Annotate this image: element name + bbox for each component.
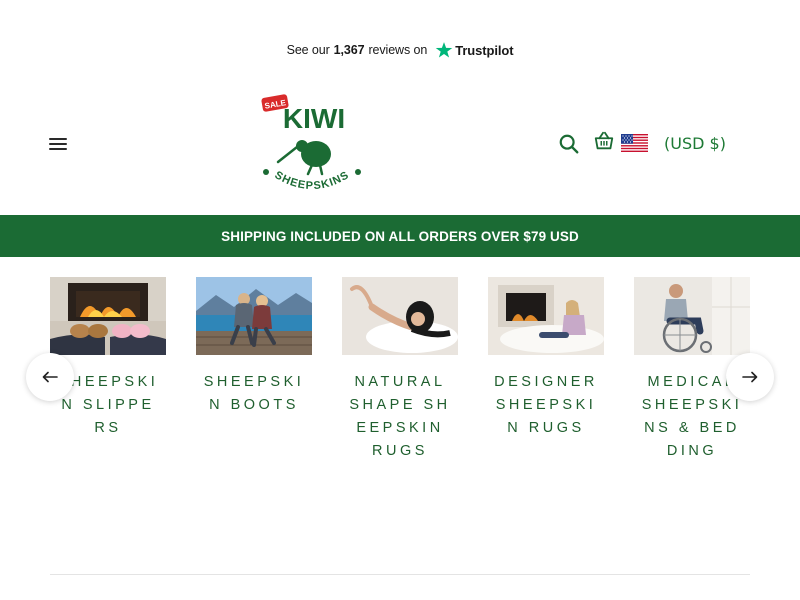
arrow-right-icon — [742, 371, 758, 383]
category-image-medical — [634, 277, 750, 355]
category-card-natural-rugs[interactable]: NATURAL SHAPE SHEEPSKIN RUGS — [342, 277, 458, 463]
category-card-slippers[interactable]: SHEEPSKIN SLIPPERS — [50, 277, 166, 440]
logo-top-text: KIWI — [283, 103, 345, 134]
shipping-banner: SHIPPING INCLUDED ON ALL ORDERS OVER $79… — [0, 215, 800, 257]
category-image-slippers — [50, 277, 166, 355]
carousel-next-button[interactable] — [726, 353, 774, 401]
us-flag-icon — [621, 134, 648, 152]
trustpilot-brand: Trustpilot — [455, 42, 514, 58]
category-label: NATURAL SHAPE SHEEPSKIN RUGS — [349, 374, 451, 459]
category-image-designer-rugs — [488, 277, 604, 355]
logo-bottom-text: SHEEPSKINS — [272, 169, 351, 192]
category-card-boots[interactable]: SHEEPSKIN BOOTS — [196, 277, 312, 417]
basket-icon[interactable] — [593, 130, 615, 152]
trustpilot-review-count: 1,367 — [333, 43, 365, 57]
trustpilot-star-icon — [435, 42, 453, 58]
section-divider — [50, 574, 750, 575]
carousel-prev-button[interactable] — [26, 353, 74, 401]
trustpilot-logo: Trustpilot — [435, 41, 514, 59]
trustpilot-suffix: reviews on — [368, 43, 428, 57]
trustpilot-prefix: See our — [286, 43, 330, 57]
logo-bottom-text-path: SHEEPSKINS — [272, 169, 350, 192]
trustpilot-widget[interactable]: See our 1,367 reviews on Trustpilot — [0, 38, 800, 62]
category-label: DESIGNER SHEEPSKIN RUGS — [494, 374, 598, 436]
category-label: SHEEPSKIN BOOTS — [203, 374, 305, 413]
search-icon[interactable] — [558, 133, 580, 155]
kiwi-sheepskins-logo[interactable]: SALE KIWI SHEEPSKINS — [258, 92, 366, 196]
site-header: SALE KIWI SHEEPSKINS (USD $) — [0, 90, 800, 200]
category-carousel: SHEEPSKIN SLIPPERS SHEEPSKIN BOOTS NATUR… — [0, 277, 800, 537]
shipping-banner-text: SHIPPING INCLUDED ON ALL ORDERS OVER $79… — [221, 228, 579, 244]
category-card-designer-rugs[interactable]: DESIGNER SHEEPSKIN RUGS — [488, 277, 604, 440]
category-image-natural-rugs — [342, 277, 458, 355]
hamburger-menu-icon[interactable] — [49, 134, 69, 154]
arrow-left-icon — [42, 371, 58, 383]
currency-selector[interactable]: (USD $) — [621, 130, 726, 156]
category-image-boots — [196, 277, 312, 355]
currency-label: (USD $) — [664, 133, 726, 153]
